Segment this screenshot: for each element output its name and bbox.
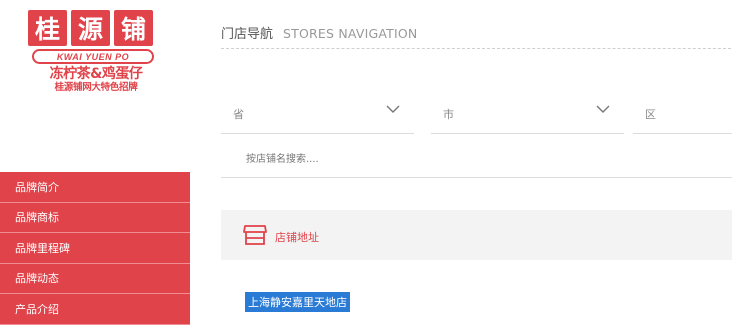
logo-char-gui: 桂 [28,10,67,46]
logo-char-pu: 铺 [114,10,153,46]
brand-logo[interactable]: 桂 源 铺 KWAI YUEN PO 冻柠茶&鸡蛋仔 桂源铺网大特色招牌 [28,10,164,120]
logo-char-yuan: 源 [71,10,110,46]
page-title: 门店导航 STORES NAVIGATION [221,23,417,42]
sidebar-item-brand-news[interactable]: 品牌动态 [0,263,190,294]
main-content: 门店导航 STORES NAVIGATION 省 市 区 店铺地址 上海静安嘉里天… [221,0,732,318]
city-select-label: 市 [443,108,454,121]
title-divider [221,48,732,49]
sidebar-item-products[interactable]: 产品介绍 [0,294,190,325]
store-address-label: 店铺地址 [275,231,319,244]
sidebar-item-brand-trademark[interactable]: 品牌商标 [0,202,190,233]
logo-slogan: 冻柠茶&鸡蛋仔 [49,66,143,82]
store-result-item[interactable]: 上海静安嘉里天地店 [245,292,350,312]
sidebar-item-brand-milestones[interactable]: 品牌里程碑 [0,233,190,264]
page-title-cn: 门店导航 [221,27,274,42]
province-select-label: 省 [233,108,244,121]
chevron-down-icon [596,105,610,113]
district-select[interactable]: 区 [633,86,732,134]
logo-characters: 桂 源 铺 [28,10,164,46]
district-select-label: 区 [645,108,656,121]
sidebar-item-brand-intro[interactable]: 品牌简介 [0,172,190,203]
store-icon [243,225,267,245]
store-search [221,138,732,180]
chevron-down-icon [386,105,400,113]
region-filters: 省 市 区 [221,86,732,134]
page-title-en: STORES NAVIGATION [283,26,418,41]
logo-subtitle: 桂源铺网大特色招牌 [54,82,138,93]
logo-latin-name: KWAI YUEN PO [32,49,154,64]
province-select[interactable]: 省 [221,86,414,134]
sidebar: 桂 源 铺 KWAI YUEN PO 冻柠茶&鸡蛋仔 桂源铺网大特色招牌 品牌简… [0,0,190,325]
city-select[interactable]: 市 [431,86,624,134]
store-search-input[interactable] [221,138,548,180]
sidebar-menu: 品牌简介 品牌商标 品牌里程碑 品牌动态 产品介绍 [0,172,190,325]
store-address-header: 店铺地址 [221,210,732,260]
